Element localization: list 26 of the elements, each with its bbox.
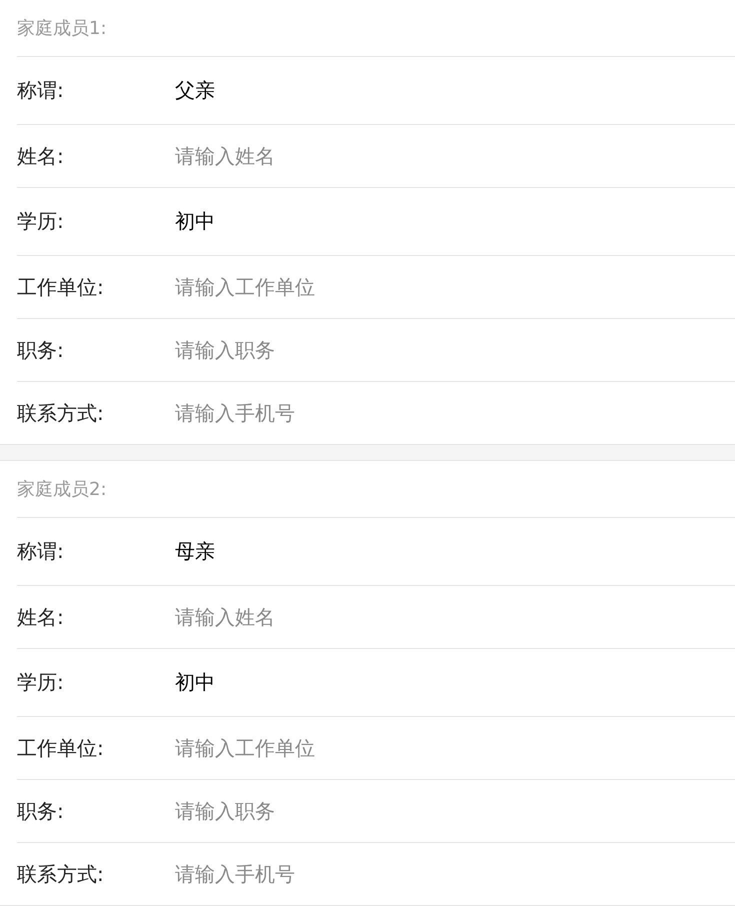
input-field[interactable]: 请输入工作单位 — [175, 272, 475, 302]
input-field[interactable]: 请输入姓名 — [175, 602, 475, 632]
picker-field[interactable]: 初中 — [175, 669, 215, 696]
picker-field[interactable]: 初中 — [175, 208, 215, 235]
field-label: 工作单位: — [17, 274, 105, 300]
input-field[interactable]: 请输入职务 — [175, 796, 475, 826]
field-label: 学历: — [17, 669, 65, 696]
field-label: 联系方式: — [17, 860, 105, 888]
input-field[interactable]: 请输入手机号 — [175, 859, 475, 889]
input-field[interactable]: 请输入手机号 — [175, 398, 475, 428]
section-title: 家庭成员2: — [17, 478, 107, 501]
field-label: 工作单位: — [17, 734, 105, 762]
field-label: 姓名: — [17, 142, 65, 170]
field-label: 职务: — [17, 336, 65, 364]
field-label: 职务: — [17, 798, 65, 824]
field-label: 姓名: — [17, 604, 65, 630]
section-title: 家庭成员1: — [17, 17, 107, 40]
input-field[interactable]: 请输入姓名 — [175, 141, 475, 171]
field-label: 联系方式: — [17, 400, 105, 426]
field-label: 称谓: — [17, 77, 65, 104]
picker-field[interactable]: 父亲 — [175, 77, 215, 104]
field-label: 称谓: — [17, 538, 65, 565]
input-field[interactable]: 请输入职务 — [175, 335, 475, 365]
input-field[interactable]: 请输入工作单位 — [175, 733, 475, 763]
picker-field[interactable]: 母亲 — [175, 538, 215, 565]
field-label: 学历: — [17, 208, 65, 235]
